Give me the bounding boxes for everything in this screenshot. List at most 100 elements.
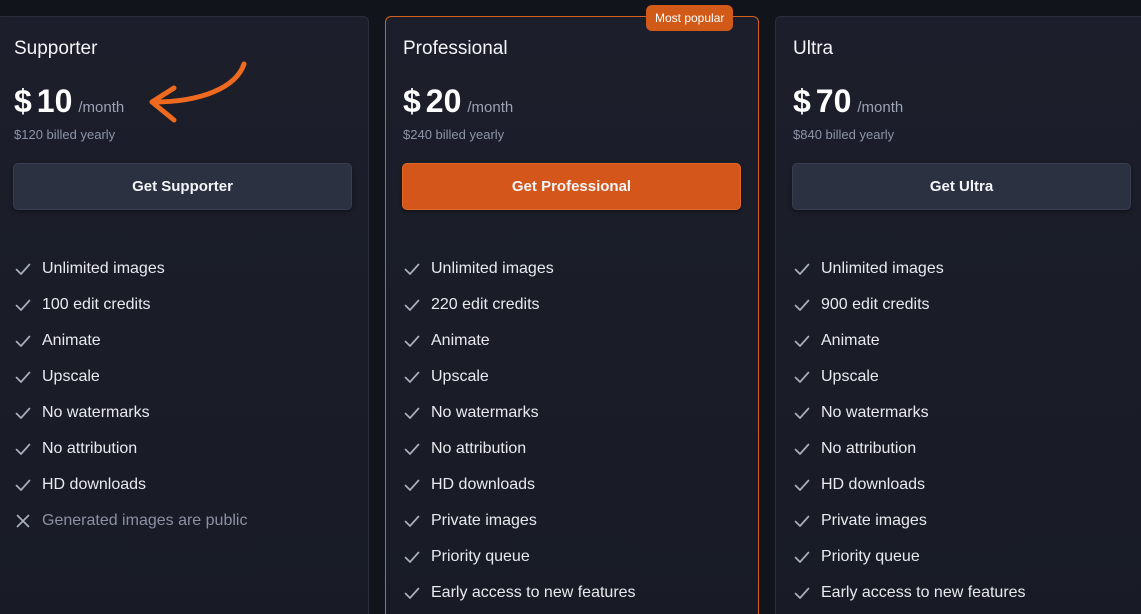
feature-text: Priority queue	[821, 548, 920, 565]
price: $ 10 /month	[14, 83, 124, 120]
check-icon	[793, 440, 811, 458]
plan-card-professional: Most popular Professional $ 20 /month $2…	[385, 5, 759, 614]
feature-item: Upscale	[793, 359, 1026, 395]
check-icon	[403, 476, 421, 494]
check-icon	[14, 440, 32, 458]
feature-item: 220 edit credits	[403, 287, 636, 323]
feature-text: Early access to new features	[431, 584, 636, 601]
feature-text: HD downloads	[431, 476, 536, 493]
feature-list: Unlimited images 100 edit credits Animate U…	[14, 251, 247, 539]
annotation-arrow-icon	[149, 61, 247, 123]
feature-text: No watermarks	[821, 404, 929, 421]
feature-item: No attribution	[403, 431, 636, 467]
check-icon	[403, 584, 421, 602]
feature-text: Unlimited images	[821, 260, 944, 277]
check-icon	[793, 296, 811, 314]
get-ultra-button[interactable]: Get Ultra	[792, 163, 1131, 210]
feature-text: 100 edit credits	[42, 296, 151, 313]
feature-item: No watermarks	[793, 395, 1026, 431]
check-icon	[793, 476, 811, 494]
check-icon	[403, 404, 421, 422]
feature-text: Unlimited images	[42, 260, 165, 277]
billed-yearly: $240 billed yearly	[403, 127, 505, 142]
check-icon	[403, 368, 421, 386]
price: $ 70 /month	[793, 83, 903, 120]
feature-item: Generated images are public	[14, 503, 247, 539]
check-icon	[14, 404, 32, 422]
feature-item: 100 edit credits	[14, 287, 247, 323]
plan-name: Professional	[403, 38, 508, 59]
get-professional-button[interactable]: Get Professional	[402, 163, 741, 210]
check-icon	[793, 404, 811, 422]
feature-text: HD downloads	[42, 476, 147, 493]
feature-text: Private images	[821, 512, 927, 529]
feature-item: Upscale	[403, 359, 636, 395]
feature-item: Early access to new features	[403, 575, 636, 611]
feature-item: HD downloads	[403, 467, 636, 503]
feature-item: No watermarks	[14, 395, 247, 431]
feature-text: Unlimited images	[431, 260, 554, 277]
check-icon	[793, 512, 811, 530]
feature-text: Animate	[42, 332, 101, 349]
feature-item: HD downloads	[793, 467, 1026, 503]
check-icon	[403, 440, 421, 458]
feature-text: Generated images are public	[42, 512, 248, 529]
feature-list: Unlimited images 900 edit credits Animate U…	[793, 251, 1026, 611]
plan-name: Supporter	[14, 38, 98, 59]
billed-yearly: $120 billed yearly	[14, 127, 116, 142]
feature-item: Animate	[14, 323, 247, 359]
price-period: /month	[857, 99, 904, 116]
price-currency: $	[14, 83, 32, 119]
price: $ 20 /month	[403, 83, 513, 120]
check-icon	[793, 260, 811, 278]
price-period: /month	[78, 99, 125, 116]
feature-item: HD downloads	[14, 467, 247, 503]
feature-text: Private images	[431, 512, 537, 529]
feature-item: Private images	[793, 503, 1026, 539]
feature-text: No watermarks	[42, 404, 150, 421]
price-amount: 70	[815, 83, 852, 119]
feature-item: Early access to new features	[793, 575, 1026, 611]
feature-text: Upscale	[821, 368, 879, 385]
feature-text: No attribution	[431, 440, 527, 457]
billed-yearly: $840 billed yearly	[793, 127, 895, 142]
feature-text: No attribution	[821, 440, 917, 457]
feature-text: 220 edit credits	[431, 296, 540, 313]
feature-item: Upscale	[14, 359, 247, 395]
plan-card-ultra: Ultra $ 70 /month $840 billed yearly Get…	[775, 16, 1141, 614]
feature-text: Animate	[821, 332, 880, 349]
price-period: /month	[467, 99, 514, 116]
check-icon	[14, 368, 32, 386]
feature-item: Priority queue	[403, 539, 636, 575]
feature-item: No attribution	[793, 431, 1026, 467]
price-amount: 20	[425, 83, 462, 119]
feature-text: No watermarks	[431, 404, 539, 421]
feature-text: Upscale	[431, 368, 489, 385]
feature-item: Unlimited images	[403, 251, 636, 287]
feature-text: Animate	[431, 332, 490, 349]
plan-name: Ultra	[793, 38, 834, 59]
check-icon	[793, 368, 811, 386]
feature-text: 900 edit credits	[821, 296, 930, 313]
feature-text: Early access to new features	[821, 584, 1026, 601]
feature-text: Priority queue	[431, 548, 530, 565]
feature-item: No attribution	[14, 431, 247, 467]
check-icon	[403, 332, 421, 350]
check-icon	[403, 512, 421, 530]
check-icon	[14, 332, 32, 350]
price-currency: $	[403, 83, 421, 119]
price-currency: $	[793, 83, 811, 119]
feature-item: Unlimited images	[14, 251, 247, 287]
check-icon	[14, 296, 32, 314]
feature-text: No attribution	[42, 440, 138, 457]
check-icon	[403, 548, 421, 566]
feature-text: HD downloads	[821, 476, 926, 493]
feature-item: Priority queue	[793, 539, 1026, 575]
feature-text: Upscale	[42, 368, 100, 385]
check-icon	[793, 332, 811, 350]
get-supporter-button[interactable]: Get Supporter	[13, 163, 352, 210]
feature-item: Animate	[403, 323, 636, 359]
check-icon	[403, 296, 421, 314]
feature-item: No watermarks	[403, 395, 636, 431]
check-icon	[14, 476, 32, 494]
